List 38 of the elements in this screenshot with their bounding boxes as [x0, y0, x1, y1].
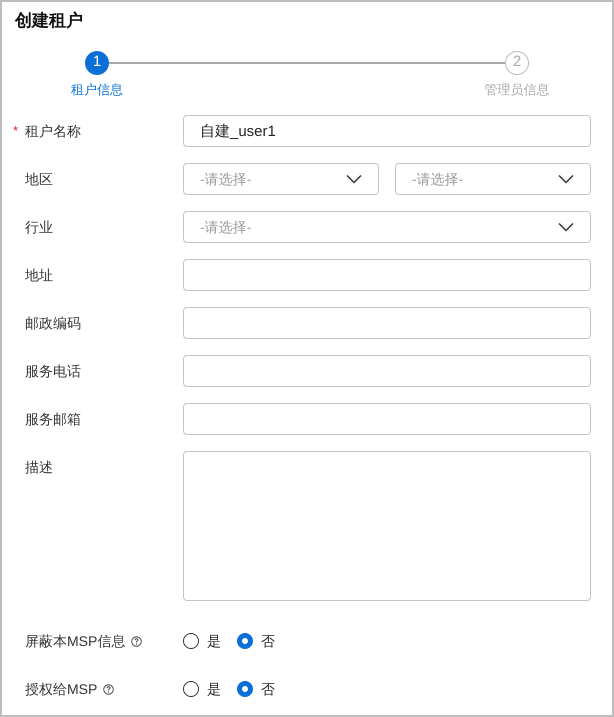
- radio-button[interactable]: [237, 681, 253, 697]
- chevron-down-icon: [558, 222, 574, 232]
- field-label: 行业: [25, 218, 53, 236]
- text-field[interactable]: [183, 355, 591, 387]
- radio-button[interactable]: [237, 633, 253, 649]
- field-label: 描述: [25, 458, 53, 476]
- radio-label: 是: [207, 632, 221, 650]
- field-label: 授权给MSP: [25, 680, 98, 698]
- select-field[interactable]: -请选择-: [395, 163, 591, 195]
- radio-label: 是: [207, 680, 221, 698]
- text-field[interactable]: [183, 307, 591, 339]
- required-asterisk: *: [13, 123, 18, 138]
- text-field[interactable]: [183, 259, 591, 291]
- field-label: 服务邮箱: [25, 410, 81, 428]
- help-icon[interactable]: [131, 636, 142, 646]
- radio-button[interactable]: [183, 633, 199, 649]
- field-label: 地区: [25, 170, 53, 188]
- help-icon[interactable]: [103, 684, 114, 694]
- radio-label: 否: [261, 680, 275, 698]
- step-number: 2: [505, 50, 529, 74]
- step-label: 租户信息: [71, 80, 123, 98]
- text-field[interactable]: 自建_user1: [183, 115, 591, 147]
- field-label: 服务电话: [25, 362, 81, 380]
- text-field[interactable]: [183, 403, 591, 435]
- chevron-down-icon: [558, 174, 574, 184]
- select-field[interactable]: -请选择-: [183, 163, 379, 195]
- radio-button[interactable]: [183, 681, 199, 697]
- radio-label: 否: [261, 632, 275, 650]
- field-label: 屏蔽本MSP信息: [25, 632, 126, 650]
- chevron-down-icon: [346, 174, 362, 184]
- field-label: 地址: [25, 266, 53, 284]
- page-title: 创建租户: [14, 10, 84, 32]
- select-field[interactable]: -请选择-: [183, 211, 591, 243]
- step-label: 管理员信息: [484, 80, 550, 98]
- description-field[interactable]: [183, 451, 591, 601]
- field-label: 邮政编码: [25, 314, 81, 332]
- field-label: 租户名称: [25, 122, 81, 140]
- step-number: 1: [85, 50, 109, 74]
